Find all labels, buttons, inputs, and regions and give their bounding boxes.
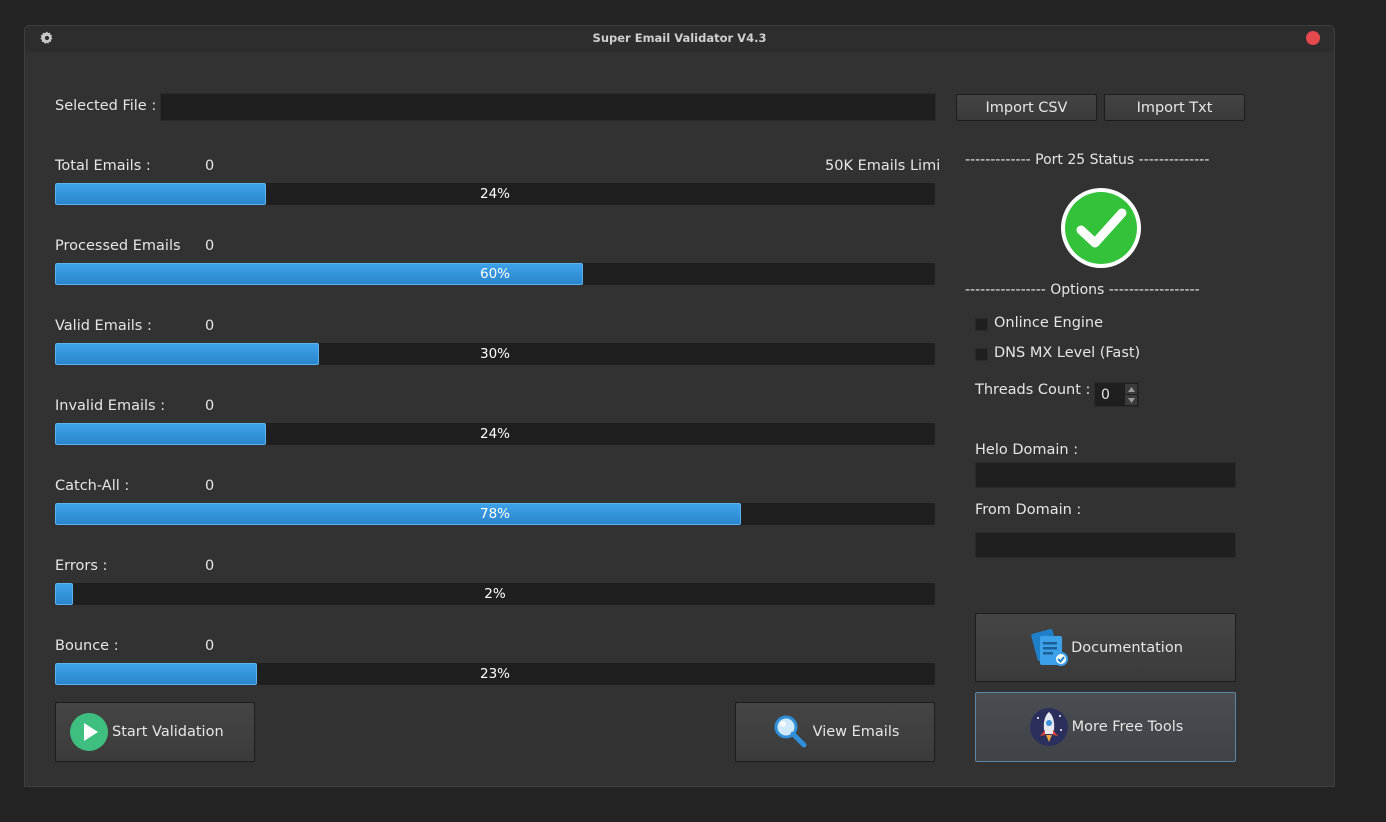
threads-count-value: 0: [1101, 387, 1110, 403]
selected-file-input[interactable]: [160, 93, 936, 121]
rocket-icon: [1029, 708, 1068, 746]
threads-count-label: Threads Count :: [975, 382, 1091, 398]
import-txt-button[interactable]: Import Txt: [1104, 94, 1245, 121]
more-free-tools-label: More Free Tools: [1071, 719, 1184, 735]
view-emails-label: View Emails: [812, 724, 900, 740]
window-title: Super Email Validator V4.3: [592, 31, 767, 45]
stat-label: Invalid Emails :: [55, 398, 166, 414]
spin-down-button[interactable]: [1125, 395, 1137, 405]
close-button[interactable]: [1306, 31, 1320, 45]
stat-count: 0: [205, 478, 215, 494]
more-free-tools-button[interactable]: More Free Tools: [975, 692, 1236, 762]
stat-label: Errors :: [55, 558, 108, 574]
progress-bar: 23%: [55, 663, 935, 685]
stat-label: Total Emails :: [55, 158, 151, 174]
stat-count: 0: [205, 318, 215, 334]
threads-count-spinbox[interactable]: 0: [1094, 382, 1139, 407]
stat-count: 0: [205, 238, 215, 254]
dns-mx-label: DNS MX Level (Fast): [994, 345, 1141, 361]
title-bar[interactable]: Super Email Validator V4.3: [25, 26, 1334, 52]
progress-bar: 24%: [55, 423, 935, 445]
port25-heading: ------------- Port 25 Status -----------…: [965, 152, 1210, 168]
magnifier-icon: [774, 715, 807, 748]
stat-label: Bounce :: [55, 638, 119, 654]
documentation-button[interactable]: Documentation: [975, 613, 1236, 682]
view-emails-button[interactable]: View Emails: [735, 702, 935, 762]
stat-count: 0: [205, 558, 215, 574]
stat-label: Catch-All :: [55, 478, 130, 494]
helo-domain-input[interactable]: [975, 462, 1236, 488]
progress-text: 78%: [479, 506, 510, 522]
email-limit-note: 50K Emails Limi: [825, 158, 941, 174]
import-csv-button[interactable]: Import CSV: [956, 94, 1097, 121]
progress-bar: 24%: [55, 183, 935, 205]
progress-text: 60%: [479, 266, 510, 282]
options-heading: ---------------- Options ---------------…: [965, 282, 1200, 298]
stat-count: 0: [205, 158, 215, 174]
progress-text: 23%: [479, 666, 510, 682]
online-engine-checkbox[interactable]: [975, 318, 988, 331]
progress-bar: 78%: [55, 503, 935, 525]
online-engine-label: Onlince Engine: [994, 315, 1104, 331]
start-validation-button[interactable]: Start Validation: [55, 702, 255, 762]
progress-text: 2%: [484, 586, 506, 602]
caret-down-icon: [1127, 397, 1135, 403]
from-domain-input[interactable]: [975, 532, 1236, 558]
from-domain-label: From Domain :: [975, 502, 1082, 518]
progress-text: 30%: [479, 346, 510, 362]
play-icon: [70, 713, 108, 751]
green-check-icon: [1061, 188, 1141, 268]
start-validation-label: Start Validation: [112, 724, 224, 740]
spin-up-button[interactable]: [1125, 384, 1137, 394]
progress-bar: 30%: [55, 343, 935, 365]
stat-label: Valid Emails :: [55, 318, 152, 334]
helo-domain-label: Helo Domain :: [975, 442, 1079, 458]
caret-up-icon: [1127, 386, 1135, 392]
progress-bar: 2%: [55, 583, 935, 605]
stat-count: 0: [205, 398, 215, 414]
dns-mx-checkbox[interactable]: [975, 348, 988, 361]
documentation-label: Documentation: [1071, 639, 1183, 656]
stat-count: 0: [205, 638, 215, 654]
selected-file-label: Selected File :: [55, 98, 157, 114]
progress-text: 24%: [479, 426, 510, 442]
document-icon: [1031, 628, 1069, 666]
progress-text: 24%: [479, 186, 510, 202]
progress-bar: 60%: [55, 263, 935, 285]
stat-label: Processed Emails: [55, 238, 181, 254]
